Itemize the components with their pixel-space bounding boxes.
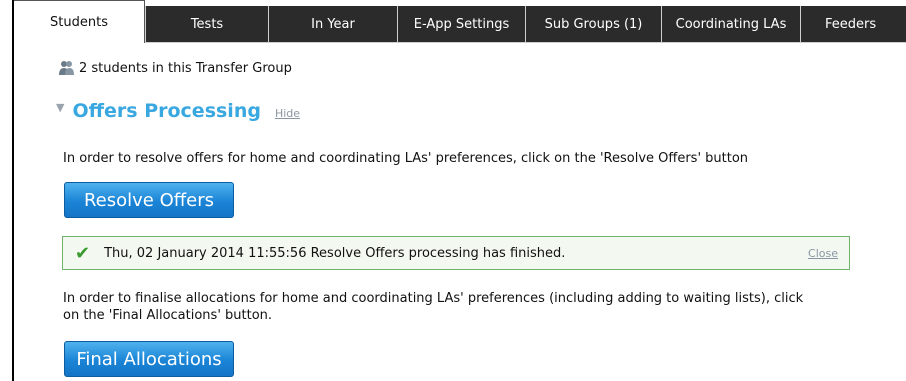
- status-notice: ✔ Thu, 02 January 2014 11:55:56 Resolve …: [62, 236, 850, 270]
- tab-coordinating-las[interactable]: Coordinating LAs: [661, 6, 800, 43]
- section-header: ▼ Offers Processing Hide: [56, 100, 300, 122]
- tab-in-year[interactable]: In Year: [268, 6, 397, 43]
- final-instruction-line-1: In order to finalise allocations for hom…: [63, 291, 804, 306]
- tab-underline: [145, 42, 906, 43]
- tab-tests[interactable]: Tests: [145, 6, 268, 43]
- resolve-offers-button[interactable]: Resolve Offers: [64, 182, 234, 218]
- students-icon: [58, 60, 75, 76]
- tab-e-app-settings[interactable]: E-App Settings: [397, 6, 525, 43]
- tab-bar: Students Tests In Year E-App Settings Su…: [14, 0, 906, 43]
- check-icon: ✔: [75, 242, 91, 264]
- collapse-triangle-icon[interactable]: ▼: [56, 101, 64, 114]
- close-link[interactable]: Close: [808, 247, 838, 260]
- notice-text: Thu, 02 January 2014 11:55:56 Resolve Of…: [104, 245, 566, 261]
- section-title: Offers Processing: [72, 100, 261, 122]
- final-instruction-line-2: on the 'Final Allocations' button.: [63, 308, 273, 323]
- group-info-text: 2 students in this Transfer Group: [79, 60, 292, 76]
- group-info: 2 students in this Transfer Group: [58, 60, 292, 76]
- final-allocations-button[interactable]: Final Allocations: [64, 341, 234, 377]
- tab-feeders[interactable]: Feeders: [800, 6, 906, 43]
- final-instruction: In order to finalise allocations for hom…: [63, 290, 803, 324]
- resolve-instruction: In order to resolve offers for home and …: [63, 151, 749, 166]
- hide-link[interactable]: Hide: [275, 107, 300, 120]
- tab-students[interactable]: Students: [14, 0, 145, 43]
- tab-sub-groups[interactable]: Sub Groups (1): [525, 6, 661, 43]
- left-frame-border: [12, 0, 14, 381]
